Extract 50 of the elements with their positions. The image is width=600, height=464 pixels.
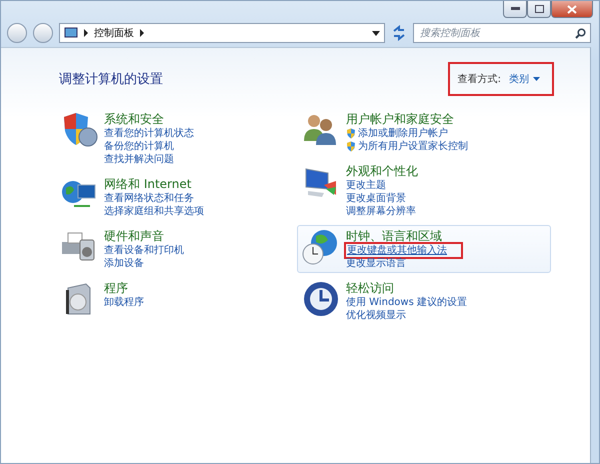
search-field[interactable]: 搜索控制面板 [413, 23, 591, 43]
category-link[interactable]: 为所有用户设置家长控制 [346, 140, 468, 153]
forward-button[interactable] [33, 23, 53, 43]
control-panel-icon [64, 27, 78, 39]
category-link[interactable]: 卸载程序 [104, 296, 144, 309]
category-title[interactable]: 外观和个性化 [346, 163, 418, 179]
shield-icon [346, 141, 356, 152]
category-link[interactable]: 添加设备 [104, 257, 144, 270]
chevron-right-icon [139, 29, 145, 37]
page-heading: 调整计算机的设置 [59, 71, 163, 88]
globe-clock-icon [302, 228, 340, 266]
close-button[interactable] [551, 1, 593, 18]
category-link[interactable]: 使用 Windows 建议的设置 [346, 296, 467, 309]
category-title[interactable]: 硬件和声音 [104, 228, 164, 244]
category-link[interactable]: 更改主题 [346, 179, 386, 192]
refresh-icon[interactable] [391, 25, 407, 41]
category-link[interactable]: 更改显示语言 [346, 257, 406, 270]
category-title[interactable]: 用户帐户和家庭安全 [346, 111, 454, 127]
category-link[interactable]: 添加或删除用户帐户 [346, 127, 448, 140]
category-link[interactable]: 查看网络状态和任务 [104, 192, 194, 205]
category-title[interactable]: 时钟、语言和区域 [346, 228, 442, 244]
chevron-right-icon [83, 29, 89, 37]
category-link[interactable]: 备份您的计算机 [104, 140, 174, 153]
maximize-button[interactable] [527, 1, 551, 18]
category-link[interactable]: 调整屏幕分辨率 [346, 205, 416, 218]
minimize-icon [510, 7, 520, 11]
category-card[interactable]: 时钟、语言和区域 更改键盘或其他输入法 更改显示语言 [297, 225, 551, 273]
category-link[interactable]: 查看设备和打印机 [104, 244, 184, 257]
view-by-dropdown[interactable]: 类别 [505, 70, 544, 88]
dropdown-arrow-icon[interactable] [372, 30, 380, 36]
category-title[interactable]: 网络和 Internet [104, 176, 192, 192]
category-link[interactable]: 查找并解决问题 [104, 153, 174, 166]
maximize-icon [534, 5, 544, 13]
search-icon[interactable] [575, 28, 586, 39]
address-bar[interactable]: 控制面板 [59, 23, 385, 43]
shield-icon [346, 128, 356, 139]
dropdown-arrow-icon [533, 77, 540, 81]
category-title[interactable]: 系统和安全 [104, 111, 164, 127]
close-icon [567, 4, 577, 14]
category-title[interactable]: 程序 [104, 280, 128, 296]
category-link[interactable]: 更改桌面背景 [346, 192, 406, 205]
category-link[interactable]: 更改键盘或其他输入法 [346, 244, 461, 257]
breadcrumb-item[interactable]: 控制面板 [94, 26, 134, 40]
minimize-button[interactable] [503, 1, 527, 18]
category-link[interactable]: 优化视频显示 [346, 309, 406, 322]
view-by-label: 查看方式: [458, 72, 501, 86]
category-link[interactable]: 查看您的计算机状态 [104, 127, 194, 140]
category-link[interactable]: 选择家庭组和共享选项 [104, 205, 204, 218]
back-button[interactable] [7, 23, 27, 43]
category-title[interactable]: 轻松访问 [346, 280, 394, 296]
